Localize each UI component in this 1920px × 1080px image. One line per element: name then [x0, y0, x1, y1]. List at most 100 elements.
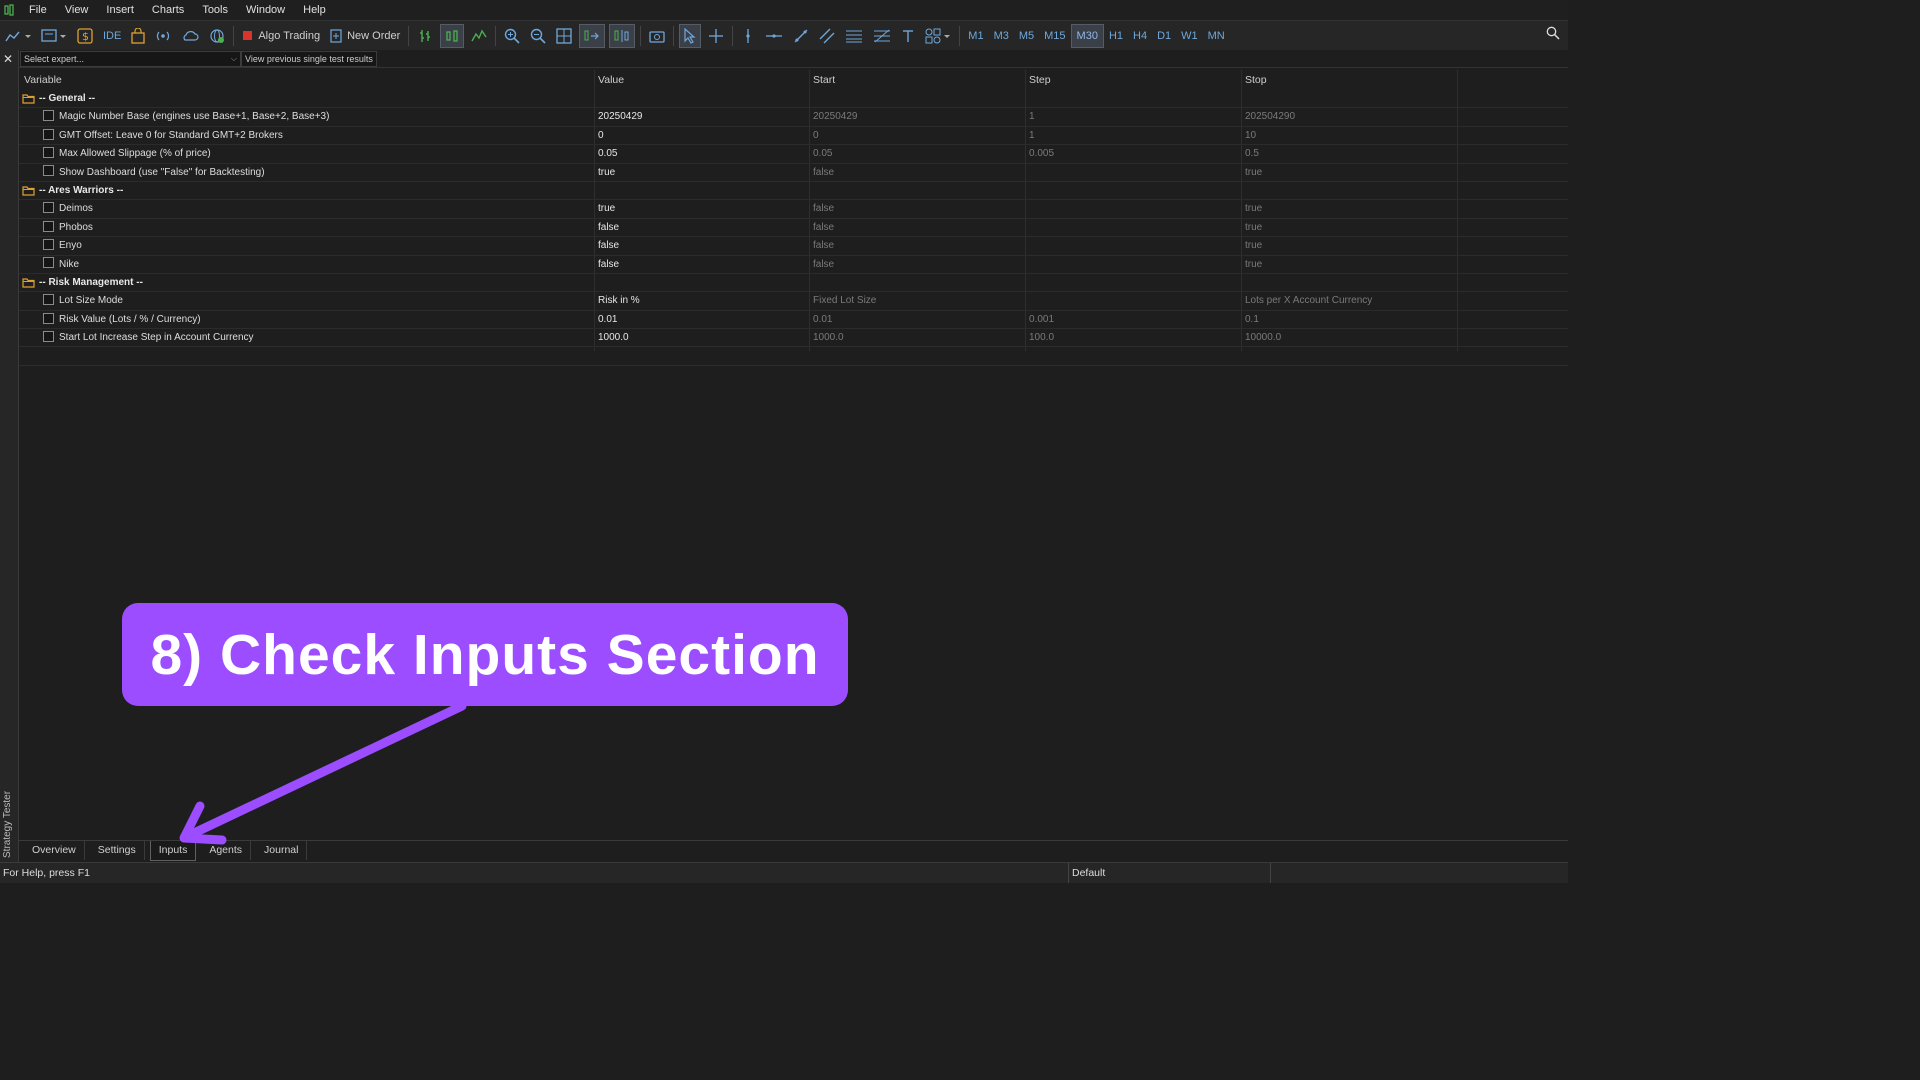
value-cell[interactable]: false: [598, 256, 808, 273]
table-row[interactable]: Show Dashboard (use "False" for Backtest…: [19, 164, 1568, 182]
timeframe-m5[interactable]: M5: [1014, 25, 1039, 47]
table-row[interactable]: Start Lot Increase Step in Account Curre…: [19, 329, 1568, 348]
group-row[interactable]: -- Risk Management --: [19, 274, 1568, 293]
auto-scroll-icon[interactable]: [579, 23, 606, 48]
menu-help[interactable]: Help: [294, 0, 335, 20]
stop-cell[interactable]: 0.1: [1245, 311, 1455, 328]
group-row[interactable]: -- Ares Warriors --: [19, 182, 1568, 201]
line-chart-icon[interactable]: [468, 25, 490, 47]
table-row[interactable]: Deimos true false true: [19, 200, 1568, 219]
step-cell[interactable]: 1: [1029, 127, 1239, 144]
start-cell[interactable]: 0.01: [813, 311, 1023, 328]
optimize-checkbox[interactable]: [43, 110, 54, 122]
zoom-out-icon[interactable]: [527, 25, 549, 47]
start-cell[interactable]: false: [813, 237, 1023, 254]
timeframe-m1[interactable]: M1: [963, 25, 988, 47]
table-row[interactable]: Enyo false false true: [19, 237, 1568, 256]
table-row[interactable]: Nike false false true: [19, 256, 1568, 274]
step-cell[interactable]: [1029, 164, 1239, 181]
timeframe-m3[interactable]: M3: [989, 25, 1014, 47]
table-row[interactable]: Risk Value (Lots / % / Currency) 0.01 0.01…: [19, 311, 1568, 330]
timeframe-w1[interactable]: W1: [1176, 25, 1203, 47]
menu-insert[interactable]: Insert: [97, 0, 143, 20]
start-cell[interactable]: 0.05: [813, 145, 1023, 162]
start-cell[interactable]: 20250429: [813, 108, 1023, 125]
view-previous-results-button[interactable]: View previous single test results: [241, 51, 377, 67]
value-cell[interactable]: 0.05: [598, 145, 808, 162]
stop-cell[interactable]: 10: [1245, 127, 1455, 144]
step-cell[interactable]: 100.0: [1029, 329, 1239, 346]
start-cell[interactable]: Fixed Lot Size: [813, 292, 1023, 309]
start-cell[interactable]: false: [813, 219, 1023, 236]
table-row[interactable]: Phobos false false true: [19, 219, 1568, 238]
step-cell[interactable]: [1029, 256, 1239, 273]
step-cell[interactable]: 0.001: [1029, 311, 1239, 328]
step-cell[interactable]: [1029, 237, 1239, 254]
timeframe-d1[interactable]: D1: [1152, 25, 1176, 47]
timeframe-h1[interactable]: H1: [1104, 25, 1128, 47]
crosshair-icon[interactable]: [705, 25, 727, 47]
timeframe-h4[interactable]: H4: [1128, 25, 1152, 47]
menu-window[interactable]: Window: [237, 0, 294, 20]
zoom-in-icon[interactable]: [501, 25, 523, 47]
menu-charts[interactable]: Charts: [143, 0, 193, 20]
fibonacci-icon[interactable]: [870, 25, 894, 47]
value-cell[interactable]: 0: [598, 127, 808, 144]
column-header-start[interactable]: Start: [813, 70, 1023, 90]
optimize-checkbox[interactable]: [43, 330, 54, 342]
screenshot-icon[interactable]: [646, 25, 668, 47]
start-cell[interactable]: false: [813, 164, 1023, 181]
stop-cell[interactable]: 202504290: [1245, 108, 1455, 125]
start-cell[interactable]: 0: [813, 127, 1023, 144]
table-row[interactable]: GMT Offset: Leave 0 for Standard GMT+2 B…: [19, 127, 1568, 146]
column-header-stop[interactable]: Stop: [1245, 70, 1455, 90]
close-icon[interactable]: ✕: [3, 52, 13, 66]
expert-select[interactable]: Select expert... ⌵: [20, 51, 241, 67]
start-cell[interactable]: 1000.0: [813, 329, 1023, 346]
stop-cell[interactable]: true: [1245, 200, 1455, 217]
stop-cell[interactable]: Lots per X Account Currency: [1245, 292, 1455, 309]
table-row[interactable]: Max Allowed Slippage (% of price) 0.05 0.0…: [19, 145, 1568, 164]
group-label[interactable]: -- General --: [22, 90, 592, 107]
optimize-checkbox[interactable]: [43, 128, 54, 140]
chart-type-icon[interactable]: [2, 25, 34, 47]
optimize-checkbox[interactable]: [43, 257, 54, 269]
step-cell[interactable]: [1029, 292, 1239, 309]
trendline-icon[interactable]: [790, 25, 812, 47]
stop-cell[interactable]: true: [1245, 237, 1455, 254]
timeframe-mn[interactable]: MN: [1203, 25, 1230, 47]
tab-settings[interactable]: Settings: [90, 841, 145, 860]
value-cell[interactable]: 20250429: [598, 108, 808, 125]
candlestick-icon[interactable]: [440, 23, 465, 48]
bar-chart-icon[interactable]: [414, 25, 436, 47]
chart-shift-icon[interactable]: [609, 23, 636, 48]
table-row[interactable]: Magic Number Base (engines use Base+1, B…: [19, 108, 1568, 127]
stop-cell[interactable]: true: [1245, 164, 1455, 181]
optimize-checkbox[interactable]: [43, 238, 54, 250]
value-cell[interactable]: true: [598, 200, 808, 217]
cursor-icon[interactable]: [679, 23, 702, 48]
column-header-variable[interactable]: Variable: [24, 70, 594, 90]
column-header-value[interactable]: Value: [598, 70, 808, 90]
value-cell[interactable]: 0.01: [598, 311, 808, 328]
optimize-checkbox[interactable]: [43, 312, 54, 324]
step-cell[interactable]: [1029, 200, 1239, 217]
value-cell[interactable]: Risk in %: [598, 292, 808, 309]
group-label[interactable]: -- Ares Warriors --: [22, 182, 592, 199]
vps-cloud-icon[interactable]: [178, 25, 202, 47]
optimize-checkbox[interactable]: [43, 165, 54, 177]
equidistant-lines-icon[interactable]: [842, 25, 866, 47]
group-row[interactable]: -- General --: [19, 90, 1568, 109]
optimize-checkbox[interactable]: [43, 147, 54, 159]
stop-cell[interactable]: 10000.0: [1245, 329, 1455, 346]
search-icon[interactable]: [1546, 26, 1560, 43]
text-tool-icon[interactable]: [898, 25, 918, 47]
menu-view[interactable]: View: [56, 0, 98, 20]
value-cell[interactable]: true: [598, 164, 808, 181]
value-cell[interactable]: false: [598, 237, 808, 254]
column-header-step[interactable]: Step: [1029, 70, 1239, 90]
menu-file[interactable]: File: [20, 0, 56, 20]
value-cell[interactable]: 1000.0: [598, 329, 808, 346]
tab-agents[interactable]: Agents: [201, 841, 252, 860]
step-cell[interactable]: 1: [1029, 108, 1239, 125]
